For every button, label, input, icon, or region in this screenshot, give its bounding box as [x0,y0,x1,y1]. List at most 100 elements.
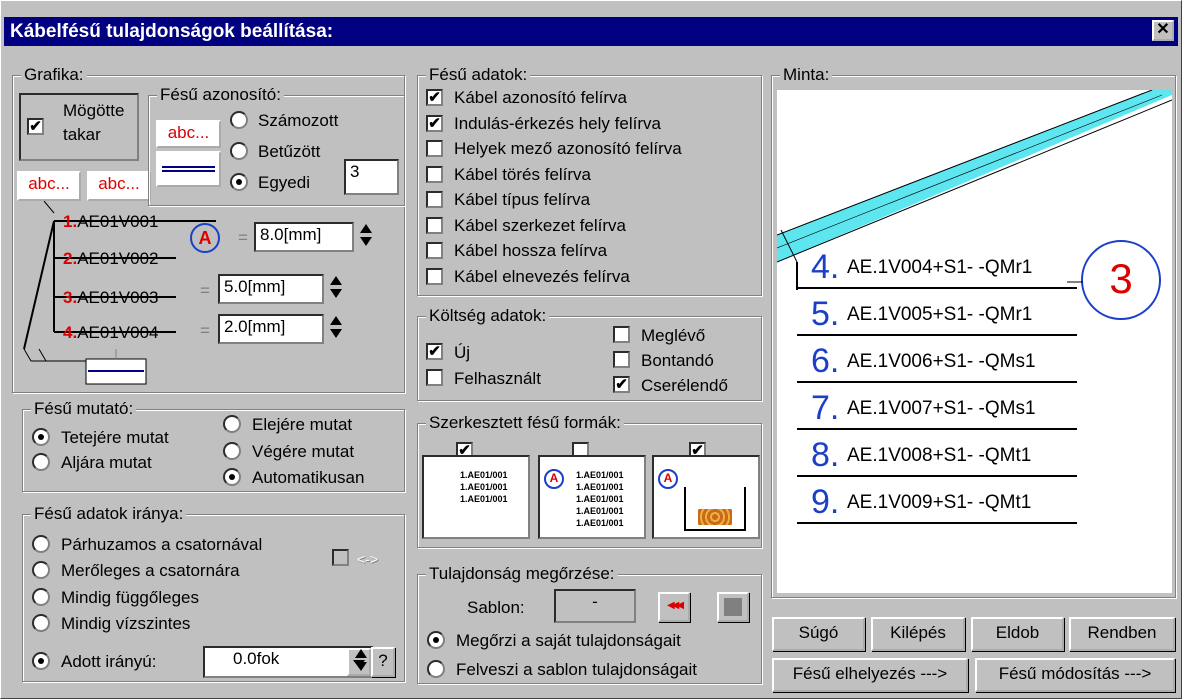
form1-thumbnail[interactable]: 1.AE01/001 1.AE01/001 1.AE01/001 [422,455,530,539]
form3-thumbnail[interactable]: A [652,455,760,539]
a-marker-icon: A [544,469,564,489]
adatok-checkbox-4[interactable] [426,191,443,208]
dim2-input[interactable]: 5.0[mm] [218,274,324,304]
label-parhuzamos: Párhuzamos a csatornával [61,535,263,554]
label-megorzi: Megőrzi a saját tulajdonságait [456,631,681,650]
adatok-checkbox-0[interactable]: ✔ [426,89,443,106]
check-meglevo[interactable] [613,326,630,343]
radio-szamozott[interactable] [230,111,248,129]
radio-egyedi[interactable] [230,173,248,191]
rewind-button[interactable]: ◀◀◀ [658,592,690,622]
row-3: 3.AE01V003 [63,288,159,307]
elhelyezes-button[interactable]: Fésű elhelyezés ---> [772,658,968,692]
modositas-button[interactable]: Fésű módosítás ---> [975,658,1175,692]
adatok-label-3: Kábel törés felírva [454,164,592,184]
check-cserelendo[interactable]: ✔ [613,376,630,393]
code-text-style-button[interactable]: abc... [87,171,151,201]
rendben-button[interactable]: Rendben [1069,617,1175,651]
radio-felveszi[interactable] [427,660,445,678]
radio-vizszintes[interactable] [32,614,50,632]
title-bar: Kábelfésű tulajdonságok beállítása: ✕ [4,17,1178,46]
stop-button[interactable] [717,592,749,622]
adatok-label-6: Kábel hossza felírva [454,241,608,260]
sablon-field: - [554,589,636,623]
radio-fuggoleges[interactable] [32,588,50,606]
dim3-spinner[interactable] [328,314,344,343]
angle-spinner[interactable] [353,647,369,676]
check-bontando[interactable] [613,351,630,368]
sample-row: 5. AE.1V005+S1- -QMr1 [797,292,1077,336]
row-2: 2.AE01V002 [63,249,159,268]
sample-row: 9. AE.1V009+S1- -QMt1 [797,480,1077,524]
eq-sign-3: = [200,321,210,340]
check-uj[interactable]: ✔ [426,343,443,360]
sample-badge: 3 [1081,240,1161,320]
label-bontando: Bontandó [641,351,714,370]
group-irany-legend: Fésű adatok iránya: [31,504,187,524]
label-adott: Adott irányú: [61,652,157,671]
egyedi-input[interactable]: 3 [344,159,399,195]
kilepes-button[interactable]: Kilépés [871,617,965,651]
label-felhasznalt: Felhasznált [454,369,541,388]
radio-aljara[interactable] [32,453,50,471]
id-line-style-button[interactable] [156,151,221,187]
adatok-checkbox-1[interactable]: ✔ [426,114,443,132]
radio-elejere[interactable] [223,415,241,433]
group-minta-legend: Minta: [780,65,833,85]
label-meroleges: Merőleges a csatornára [61,561,240,580]
dim1-input[interactable]: 8.0[mm] [254,222,354,252]
sample-row: 6. AE.1V006+S1- -QMs1 [797,339,1077,383]
label-fuggoleges: Mindig függőleges [61,588,199,607]
sample-row-text: AE.1V009+S1- -QMt1 [847,492,1032,513]
adatok-checkbox-5[interactable] [426,216,443,234]
angle-select[interactable]: 0.0fok [203,646,373,678]
check-felhasznalt[interactable] [426,369,443,386]
radio-adott[interactable] [32,652,50,670]
close-button[interactable]: ✕ [1152,20,1174,41]
label-automatikusan: Automatikusan [252,468,365,487]
row-text-style-button[interactable]: abc... [17,171,81,201]
radio-vegere[interactable] [223,442,241,460]
adatok-checkbox-2[interactable] [426,140,443,157]
a-marker-icon: A [190,223,220,253]
group-adatok: Fésű adatok: [417,65,762,296]
id-text-style-button[interactable]: abc... [156,120,221,148]
badge-connector [1067,281,1083,283]
behind-checkbox[interactable]: ✔ [27,118,44,135]
group-mutato-legend: Fésű mutató: [31,399,137,419]
adatok-checkbox-3[interactable] [426,165,443,183]
label-szamozott: Számozott [258,111,339,130]
sample-row-text: AE.1V006+S1- -QMs1 [847,351,1036,372]
eldob-button[interactable]: Eldob [971,617,1064,651]
adatok-checkbox-6[interactable] [426,242,443,259]
adatok-checkbox-7[interactable] [426,267,443,285]
form2-thumbnail[interactable]: A 1.AE01/001 1.AE01/001 1.AE01/001 1.AE01/0… [538,455,646,539]
dialog-window: Kábelfésű tulajdonságok beállítása: ✕ Gr… [0,0,1182,699]
help-button[interactable]: ? [371,647,395,677]
sablon-label: Sablon: [467,598,525,617]
radio-parhuzamos[interactable] [32,535,50,553]
dim3-input[interactable]: 2.0[mm] [218,314,324,344]
sugo-button[interactable]: Súgó [772,617,865,651]
sample-row-number: 7. [811,389,840,427]
radio-meroleges[interactable] [32,561,50,579]
group-adatok-legend: Fésű adatok: [426,65,531,85]
square-icon [724,598,742,616]
adatok-label-1: Indulás-érkezés hely felírva [454,113,661,133]
sample-row-number: 9. [811,483,840,521]
sample-preview: 4. AE.1V004+S1- -QMr1 5. AE.1V005+S1- -QMr1… [777,90,1172,593]
behind-label: Mögötte [63,101,125,120]
angle-value: 0.0fok [233,649,280,668]
adatok-label-2: Helyek mező azonosító felírva [454,139,682,158]
radio-automatikusan[interactable] [223,468,241,486]
swap-checkbox[interactable] [332,549,349,566]
dim2-spinner[interactable] [328,274,344,303]
radio-tetejere[interactable] [32,428,50,446]
eq-sign-2: = [200,281,210,300]
sample-row-number: 8. [811,436,840,474]
group-koltseg-legend: Költség adatok: [426,306,550,326]
radio-betuzott[interactable] [230,142,248,160]
radio-megorzi[interactable] [427,631,445,649]
adatok-label-0: Kábel azonosító felírva [454,88,627,107]
dim1-spinner[interactable] [358,222,374,251]
